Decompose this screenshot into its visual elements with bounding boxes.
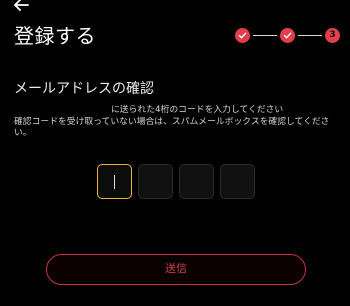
page-title: 登録する <box>14 24 96 48</box>
submit-button[interactable]: 送信 <box>46 254 306 285</box>
verification-code-input <box>97 164 257 200</box>
instructions-line-3: い。 <box>14 128 32 138</box>
code-digit-1[interactable] <box>97 164 132 199</box>
step-2-complete <box>280 28 295 43</box>
step-connector <box>253 35 277 36</box>
step-1-complete <box>235 28 250 43</box>
step-3-current: 3 <box>325 28 340 43</box>
check-icon <box>283 32 292 39</box>
step-number: 3 <box>329 30 336 40</box>
back-button[interactable] <box>12 0 30 14</box>
instructions-text: に送られた4桁のコードを入力してください 確認コードを受け取っていない場合は、ス… <box>14 105 344 140</box>
check-icon <box>238 32 247 39</box>
step-connector <box>298 35 322 36</box>
instructions-line-1: に送られた4桁のコードを入力してください <box>111 105 284 115</box>
code-digit-2[interactable] <box>138 164 173 199</box>
instructions-line-2: 確認コードを受け取っていない場合は、スパムメールボックスを確認してくださ <box>14 116 330 127</box>
code-digit-4[interactable] <box>220 164 255 199</box>
arrow-left-icon <box>14 0 29 11</box>
text-caret <box>114 175 115 189</box>
code-digit-3[interactable] <box>179 164 214 199</box>
section-heading: メールアドレスの確認 <box>14 81 154 97</box>
progress-stepper: 3 <box>235 28 341 44</box>
